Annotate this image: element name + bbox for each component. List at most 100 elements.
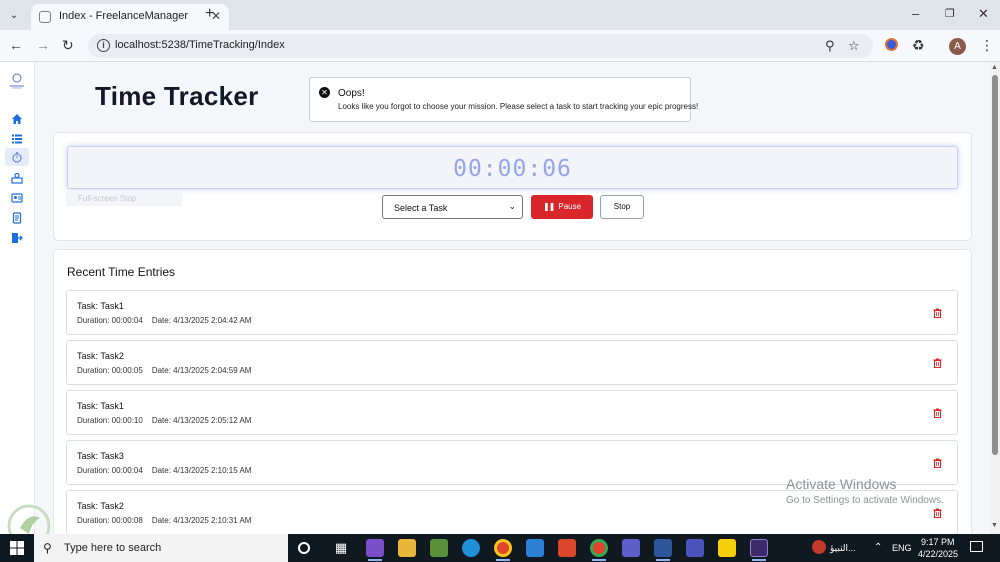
trash-icon[interactable] — [933, 308, 942, 318]
reload-icon[interactable]: ↻ — [62, 37, 74, 54]
language-indicator[interactable]: ENG — [892, 543, 912, 553]
visual-studio-icon[interactable] — [366, 539, 384, 557]
entry-task: Task: Task1 — [77, 301, 124, 311]
task-view-icon[interactable]: ▦ — [332, 539, 350, 557]
stopwatch-icon[interactable] — [5, 148, 29, 166]
home-icon[interactable] — [10, 112, 24, 126]
sidebar — [0, 62, 35, 534]
list-icon[interactable] — [10, 132, 24, 146]
browser-tabstrip: ⌄ Index - FreelanceManager ✕ + – ❐ ✕ — [0, 0, 1000, 30]
clock-time[interactable]: 9:17 PM — [921, 537, 955, 547]
taskbar-search[interactable]: ⚲ Type here to search — [34, 534, 288, 562]
task-select[interactable]: Select a Task ⌄ — [382, 195, 523, 219]
entry-meta: Duration: 00:00:08 Date: 4/13/2025 2:10:3… — [77, 516, 251, 525]
url-text[interactable]: localhost:5238/TimeTracking/Index — [115, 39, 285, 51]
entry-duration: Duration: 00:00:04 — [77, 466, 143, 475]
cortana-icon[interactable] — [298, 542, 310, 554]
list-item: Task: Task1 Duration: 00:00:10 Date: 4/13… — [66, 390, 958, 435]
trash-icon[interactable] — [933, 358, 942, 368]
extensions-puzzle-icon[interactable]: ♻ — [912, 37, 925, 54]
entry-date: Date: 4/13/2025 2:10:15 AM — [151, 466, 252, 475]
entry-task: Task: Task2 — [77, 351, 124, 361]
trash-icon[interactable] — [933, 408, 942, 418]
trash-icon[interactable] — [933, 458, 942, 468]
sticky-notes-icon[interactable] — [718, 539, 736, 557]
taskbar-search-placeholder: Type here to search — [64, 542, 162, 554]
error-circle-icon[interactable]: ✕ — [319, 87, 330, 98]
page-title: Time Tracker — [95, 81, 259, 111]
active-indicator — [592, 559, 606, 561]
entry-meta: Duration: 00:00:10 Date: 4/13/2025 2:05:1… — [77, 416, 251, 425]
back-icon[interactable]: ← — [9, 37, 23, 53]
scroll-up-icon[interactable]: ▲ — [991, 64, 998, 71]
extension-icon[interactable] — [885, 38, 898, 51]
projects-icon[interactable] — [10, 171, 24, 185]
file-explorer-icon[interactable] — [398, 539, 416, 557]
alert-message: Looks like you forgot to choose your mis… — [338, 102, 699, 111]
window-close-icon[interactable]: ✕ — [978, 6, 989, 22]
chrome-profile-icon[interactable] — [494, 539, 512, 557]
restore-icon[interactable]: ❐ — [945, 7, 955, 20]
invoice-icon[interactable] — [10, 211, 24, 225]
alert-toast: ✕ Oops! Looks like you forgot to choose … — [309, 77, 698, 122]
zoom-icon[interactable]: ⚲ — [825, 38, 835, 54]
minimize-icon[interactable]: – — [912, 6, 919, 21]
avatar[interactable]: A — [949, 38, 966, 55]
vscode-icon[interactable] — [526, 539, 544, 557]
entry-duration: Duration: 00:00:05 — [77, 366, 143, 375]
pause-icon: ❚❚ — [542, 202, 555, 211]
scrollbar-thumb[interactable] — [992, 75, 998, 455]
activate-windows-title: Activate Windows — [786, 476, 897, 492]
fullscreen-stop-hint[interactable]: Full-screen Stop — [66, 192, 182, 206]
terminal-icon[interactable] — [750, 539, 768, 557]
forward-icon[interactable]: → — [36, 37, 50, 53]
pause-button[interactable]: ❚❚ Pause — [531, 195, 593, 219]
entry-duration: Duration: 00:00:04 — [77, 316, 143, 325]
tray-chevron-up-icon[interactable]: ⌃ — [874, 542, 882, 553]
search-icon: ⚲ — [43, 541, 52, 555]
bookmark-star-icon[interactable]: ☆ — [848, 38, 860, 54]
more-menu-icon[interactable]: ⋮ — [980, 37, 994, 54]
page-viewport: Time Tracker ✕ Oops! Looks like you forg… — [0, 62, 1000, 534]
trash-icon[interactable] — [933, 508, 942, 518]
weather-text[interactable]: التبيؤ... — [830, 543, 856, 554]
entries-title: Recent Time Entries — [67, 265, 176, 279]
entry-date: Date: 4/13/2025 2:05:12 AM — [151, 416, 252, 425]
active-indicator — [656, 559, 670, 561]
stop-button[interactable]: Stop — [600, 195, 644, 219]
browser-toolbar: ← → ↻ i localhost:5238/TimeTracking/Inde… — [0, 30, 1000, 62]
office-icon[interactable] — [558, 539, 576, 557]
activate-windows-subtitle: Go to Settings to activate Windows. — [786, 495, 944, 506]
app-logo — [10, 73, 24, 89]
tab-search-chevron-icon[interactable]: ⌄ — [4, 5, 24, 25]
teams-classic-icon[interactable] — [686, 539, 704, 557]
entry-task: Task: Task1 — [77, 401, 124, 411]
entry-duration: Duration: 00:00:10 — [77, 416, 143, 425]
windows-start-icon[interactable] — [10, 541, 24, 555]
address-bar[interactable]: i localhost:5238/TimeTracking/Index ⚲ ☆ — [88, 34, 873, 58]
active-indicator — [496, 559, 510, 561]
entry-meta: Duration: 00:00:04 Date: 4/13/2025 2:10:1… — [77, 466, 251, 475]
new-tab-icon[interactable]: + — [205, 5, 214, 23]
clients-icon[interactable] — [10, 191, 24, 205]
entry-task: Task: Task2 — [77, 501, 124, 511]
notifications-icon[interactable] — [970, 541, 983, 552]
entry-meta: Duration: 00:00:05 Date: 4/13/2025 2:04:5… — [77, 366, 251, 375]
scroll-down-icon[interactable]: ▼ — [991, 522, 998, 529]
chrome-icon[interactable] — [590, 539, 608, 557]
logout-icon[interactable] — [10, 231, 24, 245]
tab-title: Index - FreelanceManager — [59, 10, 189, 22]
list-item: Task: Task2 Duration: 00:00:05 Date: 4/13… — [66, 340, 958, 385]
word-icon[interactable] — [654, 539, 672, 557]
entry-date: Date: 4/13/2025 2:10:31 AM — [151, 516, 252, 525]
browser-tab[interactable]: Index - FreelanceManager ✕ — [31, 4, 229, 30]
edge-icon[interactable] — [462, 539, 480, 557]
active-indicator — [752, 559, 766, 561]
timer-value: 00:00:06 — [453, 156, 572, 182]
teams-icon[interactable] — [622, 539, 640, 557]
paint-icon[interactable] — [430, 539, 448, 557]
weather-icon[interactable] — [812, 540, 826, 554]
page-scrollbar[interactable]: ▲ ▼ — [990, 62, 1000, 534]
clock-date[interactable]: 4/22/2025 — [918, 549, 958, 559]
site-info-icon[interactable]: i — [97, 39, 110, 52]
